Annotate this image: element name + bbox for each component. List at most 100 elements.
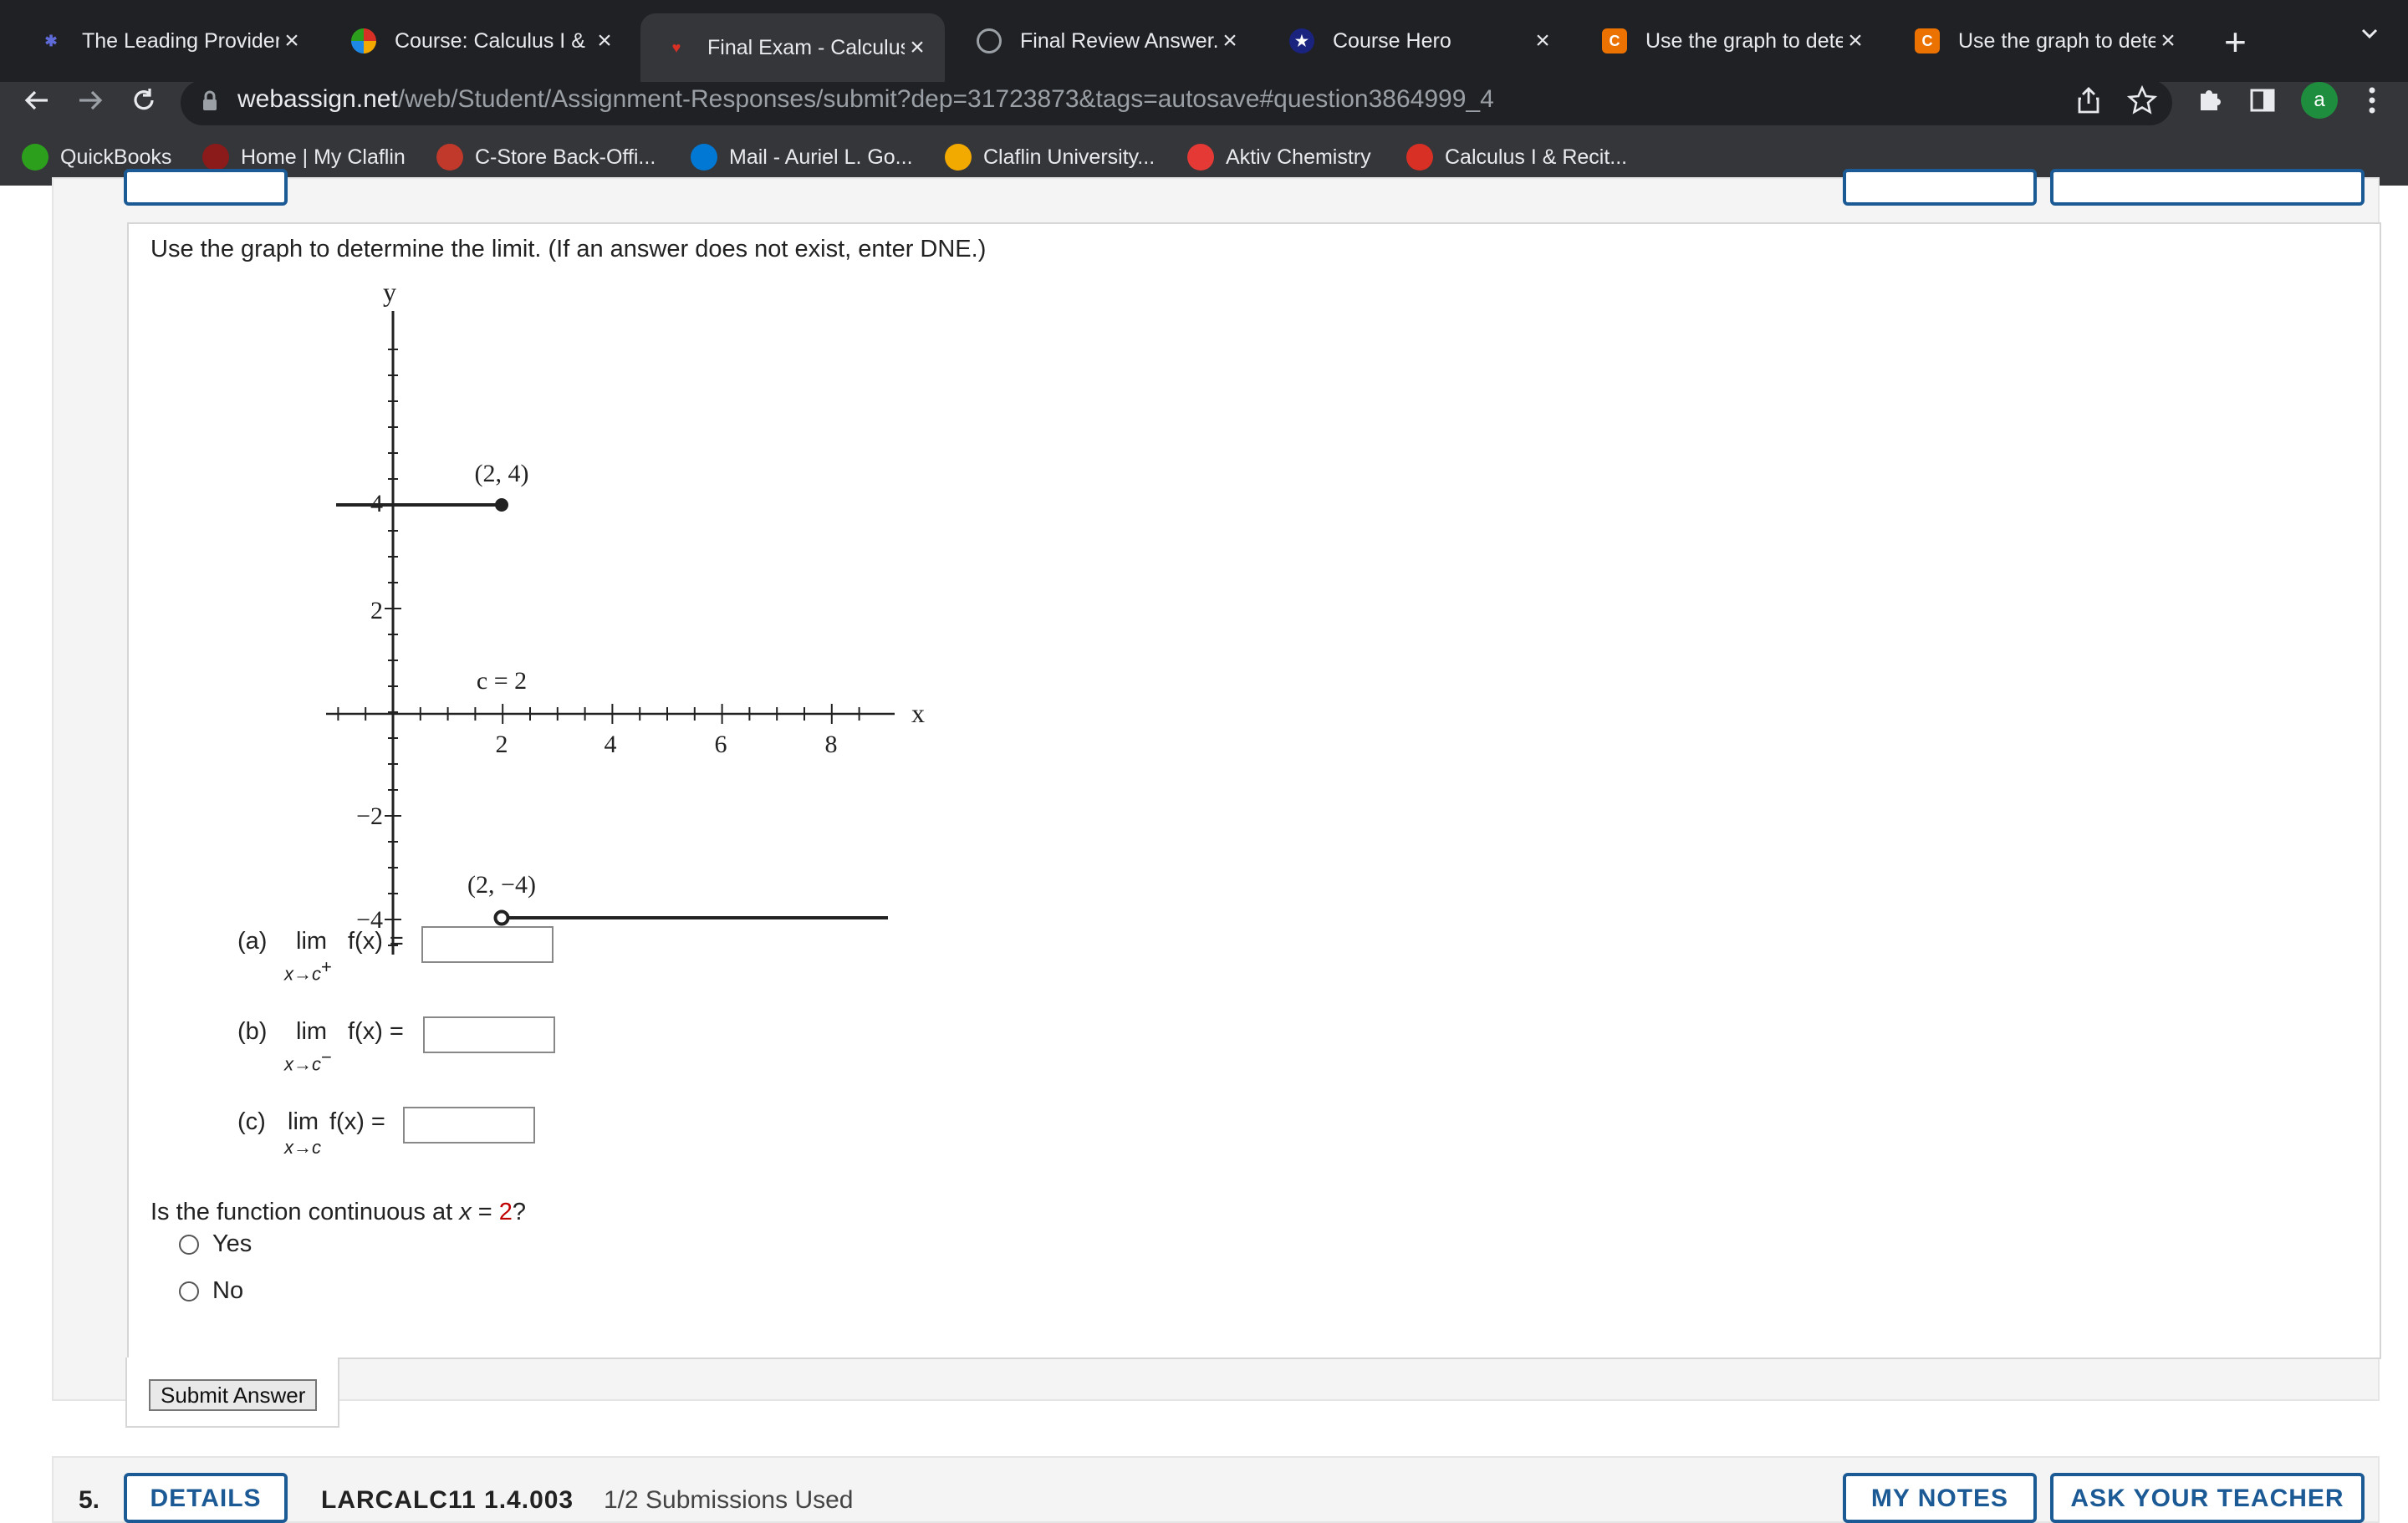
bookmark-icon: [691, 144, 717, 171]
bookmark-label: Mail - Auriel L. Go...: [729, 145, 913, 169]
tab-5[interactable]: ★ Course Hero ×: [1266, 12, 1570, 70]
submit-answer-button[interactable]: Submit Answer: [149, 1379, 318, 1411]
bookmark-1[interactable]: QuickBooks: [22, 142, 171, 172]
close-tab-icon[interactable]: ×: [1217, 27, 1242, 55]
next-question-code: LARCALC11 1.4.003: [321, 1486, 574, 1514]
tab-6[interactable]: C Use the graph to dete ×: [1579, 12, 1883, 70]
extensions-icon[interactable]: [2196, 85, 2224, 118]
ask-teacher-button[interactable]: ASK YOUR TEACHER: [2050, 1473, 2365, 1523]
back-button[interactable]: [18, 82, 55, 119]
tab-label: The Leading Provider: [82, 28, 279, 53]
details-button[interactable]: DETAILS: [124, 1473, 288, 1523]
answer-input-b[interactable]: [423, 1016, 555, 1053]
radio-no-label: No: [212, 1277, 244, 1304]
part-a-lim: lim: [296, 928, 328, 955]
bookmark-icon: [1187, 144, 1214, 171]
url-text[interactable]: webassign.net/web/Student/Assignment-Res…: [237, 77, 1494, 122]
c-label: c = 2: [477, 667, 527, 695]
bookmark-4[interactable]: Mail - Auriel L. Go...: [691, 142, 913, 172]
chegg-icon: C: [1915, 28, 1940, 53]
close-tab-icon[interactable]: ×: [905, 33, 930, 62]
part-b-fx: f(x) =: [348, 1018, 404, 1045]
close-tab-icon[interactable]: ×: [2155, 27, 2181, 55]
part-b-label: (b): [237, 1018, 268, 1045]
tab-7[interactable]: C Use the graph to dete ×: [1891, 12, 2196, 70]
bookmark-label: C-Store Back-Offi...: [475, 145, 656, 169]
tab-label: Course Hero: [1333, 28, 1451, 53]
bookmark-icon: [202, 144, 229, 171]
part-c-fx: f(x) =: [329, 1108, 385, 1135]
bookmark-label: Calculus I & Recit...: [1445, 145, 1628, 169]
ask-teacher-button-prev[interactable]: [2050, 169, 2365, 206]
x-tick-label-4: 4: [605, 731, 617, 758]
profile-avatar[interactable]: a: [2301, 82, 2338, 119]
bookmark-3[interactable]: C-Store Back-Offi...: [436, 142, 656, 172]
point-top-label: (2, 4): [475, 460, 529, 487]
open-point: [493, 909, 510, 926]
tab-3[interactable]: ♥ Final Exam - Calculus ×: [640, 13, 945, 82]
y-tick-label-neg2: −2: [356, 802, 383, 830]
share-icon[interactable]: [2074, 85, 2104, 120]
bookmark-icon: [436, 144, 463, 171]
y-axis-label: y: [383, 278, 396, 307]
part-c-label: (c): [237, 1108, 266, 1135]
tab-2[interactable]: Course: Calculus I & R ×: [328, 12, 632, 70]
page-content: Use the graph to determine the limit. (I…: [0, 169, 2408, 1523]
limit-graph: y x 4 2 −2 −4 2 4 6 8 c = 2 (2, 4) (2, −…: [326, 278, 925, 955]
point-bottom-label: (2, −4): [467, 871, 536, 899]
close-tab-icon[interactable]: ×: [592, 27, 617, 55]
details-button-prev[interactable]: [124, 169, 288, 206]
part-c-lim: lim: [288, 1108, 319, 1135]
claflin-icon: [351, 28, 376, 53]
answer-input-c[interactable]: [403, 1107, 535, 1144]
tab-label: Final Exam - Calculus: [707, 35, 905, 59]
part-a-label: (a): [237, 928, 268, 955]
tab-label: Use the graph to dete: [1645, 28, 1843, 53]
part-a-sub: x→c+: [284, 956, 332, 985]
bookmark-icon: [22, 144, 48, 171]
bookmark-label: Aktiv Chemistry: [1226, 145, 1371, 169]
bookmark-label: QuickBooks: [60, 145, 172, 169]
side-panel-icon[interactable]: [2249, 87, 2276, 118]
radio-no[interactable]: No: [179, 1277, 243, 1305]
tab-label: Final Review Answer.p: [1020, 28, 1217, 53]
reload-button[interactable]: [125, 82, 162, 119]
bookmark-7[interactable]: Calculus I & Recit...: [1406, 142, 1627, 172]
question-prompt: Use the graph to determine the limit. (I…: [150, 236, 987, 262]
pcc-icon: ♥: [671, 38, 681, 56]
bookmark-star-icon[interactable]: [2126, 84, 2158, 120]
closed-point: [495, 498, 508, 512]
answer-input-a[interactable]: [421, 926, 554, 963]
webassign-icon: ✱: [44, 32, 58, 49]
next-question-number: 5.: [79, 1486, 100, 1514]
y-tick-label-2: 2: [370, 597, 383, 624]
continuity-question: Is the function continuous at x = 2?: [150, 1199, 527, 1225]
tab-1[interactable]: ✱ The Leading Provider ×: [15, 12, 319, 70]
bookmark-6[interactable]: Aktiv Chemistry: [1187, 142, 1371, 172]
radio-no-circle[interactable]: [179, 1281, 199, 1301]
lock-icon[interactable]: [201, 90, 219, 116]
tab-label: Course: Calculus I & R: [395, 28, 592, 53]
bookmark-label: Home | My Claflin: [241, 145, 406, 169]
radio-yes[interactable]: Yes: [179, 1230, 252, 1258]
x-tick-label-8: 8: [825, 731, 838, 758]
next-question-submissions: 1/2 Submissions Used: [604, 1486, 854, 1514]
tab-search-icon[interactable]: [2358, 22, 2381, 49]
x-tick-label-2: 2: [496, 731, 508, 758]
globe-icon: [977, 28, 1002, 53]
my-notes-button-prev[interactable]: [1843, 169, 2037, 206]
my-notes-button[interactable]: MY NOTES: [1843, 1473, 2037, 1523]
bookmark-icon: [945, 144, 972, 171]
close-tab-icon[interactable]: ×: [1530, 27, 1555, 55]
bookmark-5[interactable]: Claflin University...: [945, 142, 1155, 172]
tab-4[interactable]: Final Review Answer.p ×: [953, 12, 1258, 70]
close-tab-icon[interactable]: ×: [279, 27, 304, 55]
new-tab-button[interactable]: +: [2224, 18, 2247, 65]
part-b-sub: x→c−: [284, 1047, 332, 1075]
forward-button[interactable]: [72, 82, 109, 119]
close-tab-icon[interactable]: ×: [1843, 27, 1868, 55]
tab-label: Use the graph to dete: [1958, 28, 2155, 53]
radio-yes-circle[interactable]: [179, 1234, 199, 1255]
menu-kebab-icon[interactable]: [2360, 85, 2385, 120]
bookmark-2[interactable]: Home | My Claflin: [202, 142, 406, 172]
